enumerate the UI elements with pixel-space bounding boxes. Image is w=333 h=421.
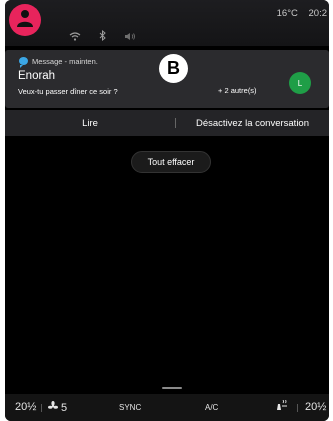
bluetooth-icon — [99, 28, 106, 46]
outside-temperature: 16°C — [276, 8, 298, 19]
home-indicator[interactable] — [162, 387, 182, 389]
other-messages-count: + 2 autre(s) — [218, 86, 257, 95]
climate-divider — [41, 404, 42, 412]
climate-bar: 20½ 5 SYNC A/C 20½ — [5, 394, 329, 421]
fan-icon — [48, 401, 58, 414]
contact-avatar: L — [289, 72, 311, 94]
fan-speed-value: 5 — [61, 401, 68, 414]
driver-temperature[interactable]: 20½ — [15, 401, 36, 413]
wifi-icon — [69, 28, 81, 46]
notification-actions: Lire Désactivez la conversation — [5, 110, 329, 136]
climate-divider — [297, 404, 298, 412]
temp-time-readout: 16°C 20:2 — [277, 8, 327, 19]
message-preview: Veux-tu passer dîner ce soir ? — [18, 87, 118, 96]
passenger-temperature[interactable]: 20½ — [305, 401, 326, 413]
notification-app-label: Message - mainten. — [32, 57, 98, 66]
sender-name: Enorah — [18, 70, 56, 82]
sync-button[interactable]: SYNC — [119, 403, 141, 412]
seat-heat-icon[interactable] — [275, 399, 289, 415]
person-icon — [17, 9, 33, 32]
status-icons — [69, 28, 136, 46]
status-header: 16°C 20:2 — [5, 0, 329, 46]
profile-button[interactable] — [9, 4, 41, 36]
volume-icon — [124, 28, 136, 46]
ac-button[interactable]: A/C — [205, 403, 218, 412]
infotainment-screen: 16°C 20:2 Message - mainten. Enorah Veux… — [5, 0, 329, 421]
read-button[interactable]: Lire — [5, 118, 175, 129]
clock: 20:2 — [308, 8, 328, 19]
fan-speed-control[interactable]: 5 — [48, 401, 67, 414]
clear-all-button[interactable]: Tout effacer — [131, 151, 211, 173]
annotation-marker: B — [159, 54, 188, 83]
mute-conversation-button[interactable]: Désactivez la conversation — [176, 118, 329, 129]
message-bubble-icon — [19, 57, 28, 68]
